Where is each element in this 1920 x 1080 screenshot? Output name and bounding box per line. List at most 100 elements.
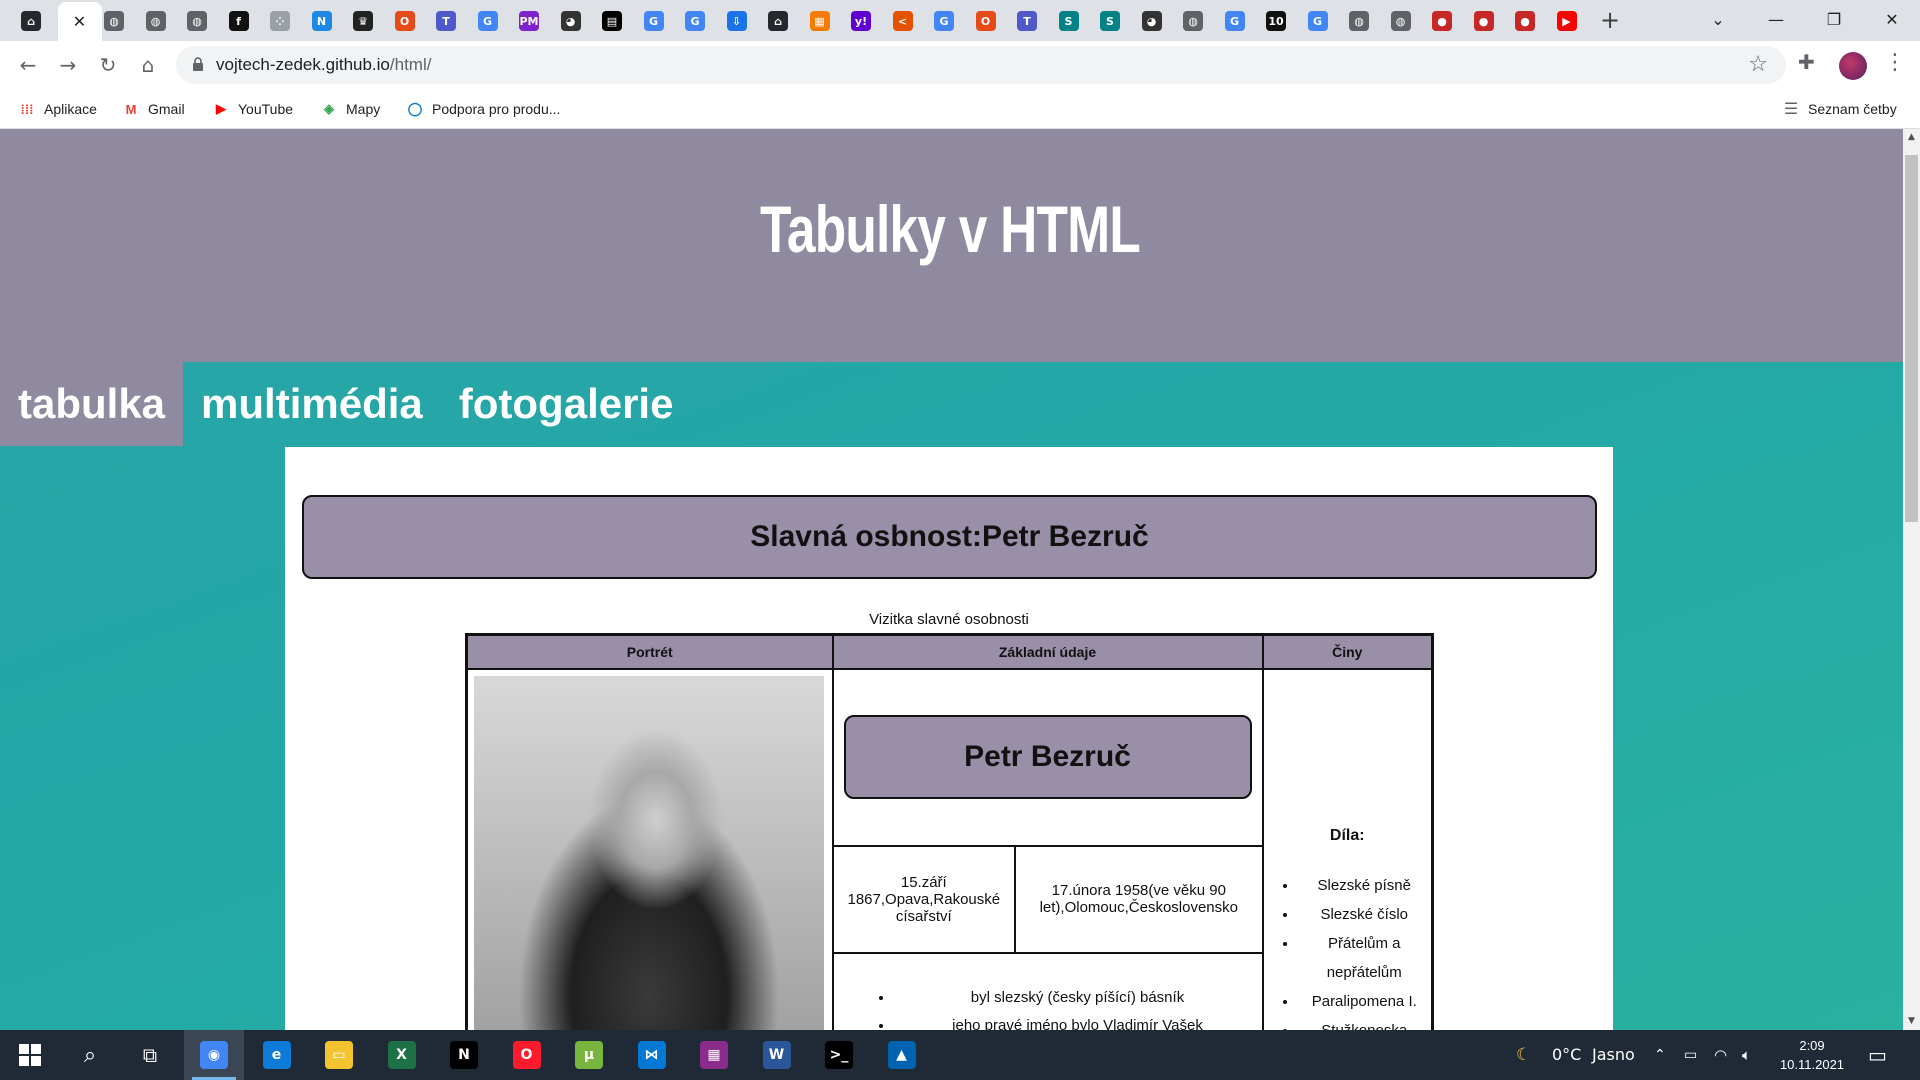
- taskbar-app[interactable]: ▦: [684, 1030, 744, 1080]
- browser-tab[interactable]: S: [1054, 5, 1084, 37]
- tab-search-button[interactable]: ⌄: [1694, 0, 1742, 40]
- scrollbar-thumb[interactable]: [1905, 155, 1918, 522]
- browser-tab[interactable]: N: [307, 5, 337, 37]
- reload-button[interactable]: ↻: [92, 49, 124, 81]
- browser-tab[interactable]: ⁘: [265, 5, 295, 37]
- taskbar-app[interactable]: N: [434, 1030, 494, 1080]
- scroll-down-arrow-icon[interactable]: ▼: [1903, 1013, 1920, 1030]
- clock[interactable]: 2:09 10.11.2021: [1776, 1036, 1848, 1074]
- bookmark-item[interactable]: M Gmail: [122, 99, 185, 119]
- taskbar-app[interactable]: O: [497, 1030, 557, 1080]
- browser-tab[interactable]: ⌂: [16, 5, 46, 37]
- bookmark-item[interactable]: ◈ Mapy: [320, 99, 380, 119]
- taskbar-app[interactable]: ▭: [309, 1030, 369, 1080]
- browser-tab[interactable]: ♛: [348, 5, 378, 37]
- taskbar-app[interactable]: >_: [809, 1030, 869, 1080]
- weather-temp[interactable]: 0°C: [1552, 1030, 1581, 1080]
- wifi-icon[interactable]: ◠: [1714, 1030, 1727, 1080]
- browser-tab[interactable]: G: [1303, 5, 1333, 37]
- nav-tabulka[interactable]: tabulka: [0, 362, 184, 446]
- search-button[interactable]: ⌕: [60, 1030, 120, 1080]
- header-basic-info: Základní údaje: [831, 633, 1264, 670]
- volume-icon[interactable]: 🔈︎: [1742, 1030, 1751, 1080]
- browser-tab[interactable]: G: [680, 5, 710, 37]
- vertical-scrollbar[interactable]: ▲ ▼: [1903, 129, 1920, 1030]
- browser-tab[interactable]: ◍: [99, 5, 129, 37]
- youtube-icon: ▶: [1556, 11, 1577, 31]
- task-view-button[interactable]: ⧉: [120, 1030, 180, 1080]
- browser-tab[interactable]: O: [971, 5, 1001, 37]
- browser-tab[interactable]: ◕: [1137, 5, 1167, 37]
- task-view-icon: ⧉: [142, 1043, 158, 1067]
- browser-tab[interactable]: ▶: [1552, 5, 1582, 37]
- browser-tab[interactable]: ●: [1427, 5, 1457, 37]
- active-tab[interactable]: ✕: [57, 2, 102, 41]
- tab-strip: ⌂ ✕ ◍ ◍ ◍ f ⁘ N ♛ O T G PM ◕ ▤ G G ⇩ ⌂ ▦ y! < G O T S S ◕ ◍ G 10 G ◍ ◍ ● ● ●…: [0, 0, 1920, 41]
- weather-moon-icon[interactable]: ☾: [1516, 1030, 1531, 1080]
- taskbar-app[interactable]: X: [372, 1030, 432, 1080]
- browser-tab[interactable]: G: [1220, 5, 1250, 37]
- browser-tab[interactable]: T: [431, 5, 461, 37]
- globe-icon: ◍: [1349, 11, 1369, 31]
- bookmark-item[interactable]: ▶ YouTube: [212, 99, 293, 119]
- browser-tab[interactable]: G: [473, 5, 503, 37]
- browser-tab[interactable]: G: [929, 5, 959, 37]
- new-tab-button[interactable]: +: [1596, 6, 1624, 34]
- table-caption: Vizitka slavné osobnosti: [869, 611, 1029, 628]
- bookmark-item[interactable]: ◯ Podpora pro produ...: [406, 99, 561, 119]
- browser-tab[interactable]: O: [390, 5, 420, 37]
- profile-avatar[interactable]: [1839, 52, 1867, 80]
- browser-tab[interactable]: ▦: [805, 5, 835, 37]
- browser-tab[interactable]: 10: [1261, 5, 1291, 37]
- maximize-button[interactable]: ❐: [1810, 0, 1858, 40]
- weather-text[interactable]: Jasno: [1592, 1030, 1635, 1080]
- browser-tab[interactable]: S: [1095, 5, 1125, 37]
- browser-tab[interactable]: y!: [846, 5, 876, 37]
- nav-fotogalerie[interactable]: fotogalerie: [441, 362, 692, 446]
- start-button[interactable]: [0, 1030, 60, 1080]
- browser-tab[interactable]: ⌂: [763, 5, 793, 37]
- browser-tab[interactable]: ⇩: [722, 5, 752, 37]
- works-cell: Díla: Slezské písněSlezské čísloPřátelům…: [1261, 667, 1434, 1030]
- taskbar-app[interactable]: e: [247, 1030, 307, 1080]
- forward-button[interactable]: →: [52, 49, 84, 81]
- minimize-button[interactable]: —: [1752, 0, 1800, 40]
- close-window-button[interactable]: ✕: [1868, 0, 1916, 40]
- extensions-icon[interactable]: ✚: [1798, 50, 1815, 74]
- kebab-menu-icon[interactable]: ⋮: [1884, 50, 1906, 75]
- taskbar-app[interactable]: ▲: [872, 1030, 932, 1080]
- notifications-icon[interactable]: ▭: [1868, 1030, 1887, 1080]
- browser-tab[interactable]: ◍: [182, 5, 212, 37]
- browser-tab[interactable]: ◍: [1386, 5, 1416, 37]
- lock-icon[interactable]: [192, 56, 204, 72]
- back-button[interactable]: ←: [12, 49, 44, 81]
- taskbar-app[interactable]: ⋈: [622, 1030, 682, 1080]
- browser-tab[interactable]: ●: [1469, 5, 1499, 37]
- browser-tab[interactable]: ◍: [141, 5, 171, 37]
- nav-multimedia[interactable]: multimédia: [183, 362, 441, 446]
- browser-tab[interactable]: PM: [514, 5, 544, 37]
- home-button[interactable]: ⌂: [132, 49, 164, 81]
- tray-chevron-icon[interactable]: ⌃: [1654, 1030, 1666, 1080]
- browser-tab[interactable]: <: [888, 5, 918, 37]
- browser-tab[interactable]: G: [639, 5, 669, 37]
- taskbar-app[interactable]: µ: [559, 1030, 619, 1080]
- browser-tab[interactable]: ▤: [597, 5, 627, 37]
- scroll-up-arrow-icon[interactable]: ▲: [1903, 129, 1920, 146]
- browser-tab[interactable]: T: [1012, 5, 1042, 37]
- reading-list-button[interactable]: ☰ Seznam četby: [1782, 99, 1897, 119]
- browser-tab[interactable]: ●: [1510, 5, 1540, 37]
- bookmark-item[interactable]: ⁞⁞⁞ Aplikace: [18, 99, 97, 119]
- battery-icon[interactable]: ▭: [1684, 1030, 1697, 1080]
- browser-tab[interactable]: f: [224, 5, 254, 37]
- browser-tab[interactable]: ◍: [1178, 5, 1208, 37]
- birth-cell: 15.září 1867,Opava,Rakouské císařství: [831, 844, 1017, 955]
- browser-tab[interactable]: ◍: [1344, 5, 1374, 37]
- taskbar-app[interactable]: ◉: [184, 1030, 244, 1080]
- github-icon: ⌂: [768, 11, 788, 31]
- bookmark-star-icon[interactable]: ☆: [1748, 52, 1768, 77]
- address-bar[interactable]: vojtech-zedek.github.io/html/ ☆: [176, 46, 1786, 84]
- taskbar-app[interactable]: W: [747, 1030, 807, 1080]
- browser-tab[interactable]: ◕: [556, 5, 586, 37]
- page-banner: Slavná osbnost:Petr Bezruč: [302, 495, 1597, 579]
